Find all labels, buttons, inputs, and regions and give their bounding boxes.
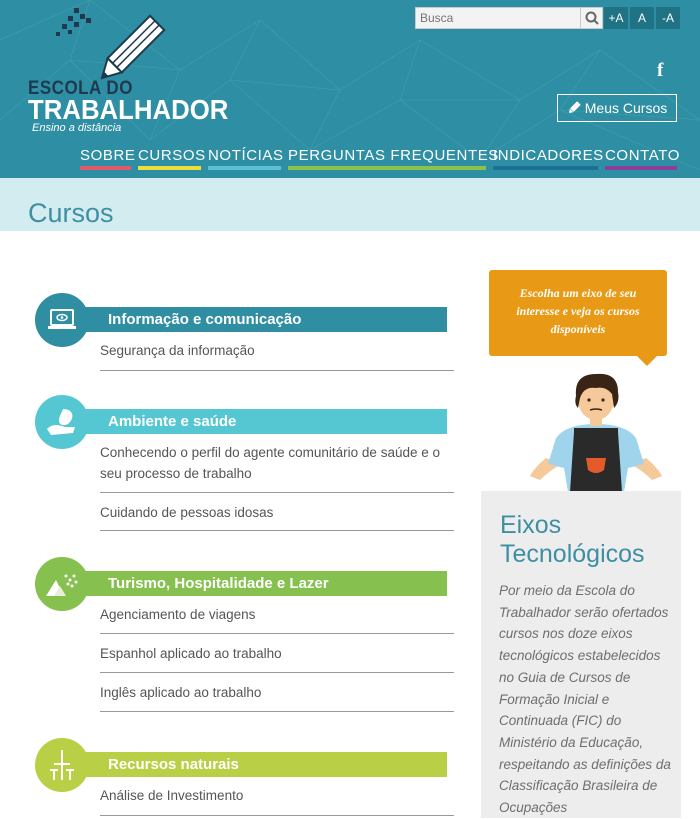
font-decrease-button[interactable]: -A	[656, 7, 680, 29]
site-header: ESCOLA DO TRABALHADOR Ensino a distância…	[0, 0, 700, 178]
course-item[interactable]: Cuidando de pessoas idosas	[100, 502, 454, 531]
font-increase-button[interactable]: +A	[604, 7, 628, 29]
speech-bubble-tail	[637, 356, 657, 366]
page-title: Cursos	[28, 198, 114, 228]
mascot-illustration	[530, 373, 662, 492]
page-title-bar: Cursos	[0, 178, 700, 231]
laptop-icon	[35, 293, 89, 347]
search-input[interactable]	[416, 8, 580, 28]
course-item[interactable]: Agenciamento de viagens	[100, 604, 454, 634]
course-item[interactable]: Inglês aplicado ao trabalho	[100, 682, 454, 712]
pencil-icon	[568, 101, 581, 113]
my-courses-button[interactable]: Meus Cursos	[557, 94, 677, 122]
facebook-icon[interactable]: f	[657, 60, 663, 82]
search-button[interactable]	[580, 8, 602, 28]
wind-turbine-icon	[35, 738, 89, 792]
course-item[interactable]: Conhecendo o perfil do agente comunitári…	[100, 442, 454, 493]
nav-indicadores[interactable]: INDICADORES	[493, 147, 604, 164]
mountain-icon	[35, 557, 89, 611]
nav-sobre[interactable]: SOBRE	[80, 147, 136, 164]
search-box	[415, 7, 603, 29]
logo-tagline: Ensino a distância	[32, 122, 122, 134]
search-icon	[585, 11, 599, 25]
nav-perguntas-frequentes[interactable]: PERGUNTAS FREQUENTES	[288, 147, 499, 164]
course-item[interactable]: Espanhol aplicado ao trabalho	[100, 643, 454, 673]
nav-perguntas-underline	[288, 166, 486, 170]
speech-bubble-text: Escolha um eixo de seu interesse e veja …	[516, 286, 640, 336]
my-courses-label: Meus Cursos	[584, 100, 668, 116]
category-label: Ambiente e saúde	[108, 413, 237, 430]
eixos-description: Por meio da Escola do Trabalhador serão …	[499, 583, 671, 816]
nav-cursos[interactable]: CURSOS	[138, 147, 206, 164]
course-item[interactable]: Análise de Investimento	[100, 785, 454, 816]
nav-noticias-underline	[208, 166, 281, 170]
category-label: Turismo, Hospitalidade e Lazer	[108, 575, 329, 592]
eixos-title: Eixos Tecnológicos	[500, 511, 645, 568]
nav-indicadores-underline	[493, 166, 598, 170]
site-logo[interactable]: ESCOLA DO TRABALHADOR Ensino a distância	[26, 6, 228, 136]
nav-contato-underline	[605, 166, 677, 170]
nav-noticias[interactable]: NOTÍCIAS	[208, 147, 284, 164]
font-normal-button[interactable]: A	[630, 7, 654, 29]
category-label: Informação e comunicação	[108, 311, 302, 328]
leaf-hand-icon	[35, 395, 89, 449]
nav-sobre-underline	[80, 166, 131, 170]
nav-contato[interactable]: CONTATO	[605, 147, 680, 164]
category-label: Recursos naturais	[108, 756, 239, 773]
speech-bubble: Escolha um eixo de seu interesse e veja …	[489, 270, 667, 366]
course-item[interactable]: Segurança da informação	[100, 340, 454, 371]
nav-cursos-underline	[138, 166, 201, 170]
eixos-tecnologicos-panel: Eixos Tecnológicos Por meio da Escola do…	[481, 491, 681, 818]
